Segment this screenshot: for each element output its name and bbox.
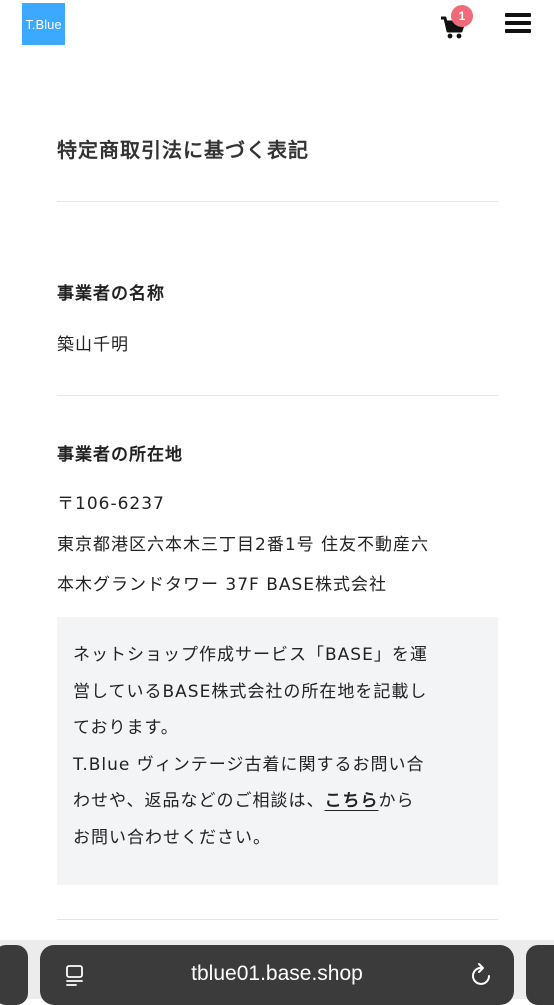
postal-code: 〒106-6237 — [57, 494, 165, 514]
business-name-value: 築山千明 — [57, 335, 129, 355]
contact-link[interactable]: こちら — [325, 791, 379, 811]
business-address-heading: 事業者の所在地 — [57, 445, 183, 465]
previous-tab-preview[interactable] — [0, 945, 28, 1005]
divider — [57, 395, 498, 396]
hamburger-menu-icon[interactable] — [505, 13, 531, 33]
divider — [57, 919, 498, 920]
address-bar[interactable]: tblue01.base.shop — [40, 945, 514, 1005]
note-line: わせや、返品などのご相談は、こちらから — [73, 783, 482, 820]
note-line: 営しているBASE株式会社の所在地を記載し — [73, 681, 428, 702]
cart-count-badge: 1 — [451, 5, 473, 27]
reload-icon[interactable] — [470, 962, 494, 988]
address-line-2: 本木グランドタワー 37F BASE株式会社 — [57, 575, 388, 595]
page-title: 特定商取引法に基づく表記 — [57, 138, 309, 162]
site-header: T.Blue 1 — [0, 0, 554, 56]
note-text: から — [378, 791, 415, 811]
note-line: ネットショップ作成サービス「BASE」を運 — [73, 645, 428, 665]
note-line: ております。 — [73, 718, 179, 738]
business-name-heading: 事業者の名称 — [57, 284, 165, 304]
site-logo[interactable]: T.Blue — [22, 3, 65, 45]
cart-button[interactable]: 1 — [440, 5, 473, 39]
url-text: tblue01.base.shop — [191, 962, 363, 985]
note-line: お問い合わせください。 — [73, 827, 271, 848]
next-tab-preview[interactable] — [526, 945, 554, 1005]
address-line-1: 東京都港区六本木三丁目2番1号 住友不動産六 — [57, 535, 430, 555]
address-note-box: ネットショップ作成サービス「BASE」を運 営しているBASE株式会社の所在地を… — [57, 617, 498, 885]
note-text: わせや、返品などのご相談は、 — [73, 791, 325, 811]
divider — [57, 201, 498, 202]
note-line: T.Blue ヴィンテージ古着に関するお問い合 — [73, 754, 425, 775]
